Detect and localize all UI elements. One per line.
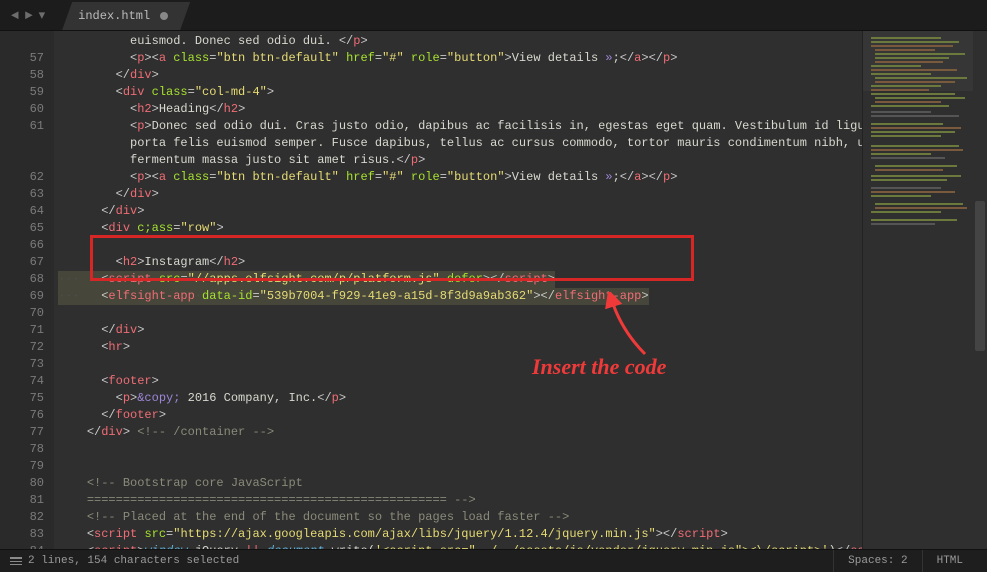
status-indent[interactable]: Spaces: 2 bbox=[833, 550, 921, 572]
status-selection-text: 2 lines, 154 characters selected bbox=[28, 555, 239, 567]
minimap[interactable] bbox=[862, 31, 973, 549]
tab-index-html[interactable]: index.html bbox=[62, 2, 190, 30]
nav-dropdown-icon[interactable]: ▾ bbox=[36, 8, 49, 23]
editor-area: 5758596061626364656667686970717273747576… bbox=[0, 31, 987, 549]
lines-icon bbox=[10, 557, 22, 566]
status-bar: 2 lines, 154 characters selected Spaces:… bbox=[0, 549, 987, 572]
nav-arrows: ◄ ► ▾ bbox=[0, 0, 56, 30]
nav-back-icon[interactable]: ◄ bbox=[8, 8, 22, 23]
app-window: ◄ ► ▾ index.html 57585960616263646566676… bbox=[0, 0, 987, 572]
scrollbar-thumb[interactable] bbox=[975, 201, 985, 351]
status-syntax[interactable]: HTML bbox=[922, 550, 977, 572]
tab-bar: ◄ ► ▾ index.html bbox=[0, 0, 987, 31]
nav-forward-icon[interactable]: ► bbox=[22, 8, 36, 23]
tab-dirty-indicator-icon bbox=[160, 12, 168, 20]
line-number-gutter: 5758596061626364656667686970717273747576… bbox=[0, 31, 54, 549]
status-selection[interactable]: 2 lines, 154 characters selected bbox=[10, 550, 253, 572]
code-content: euismod. Donec sed odio dui. </p> <p><a … bbox=[54, 31, 862, 549]
tab-filename: index.html bbox=[78, 9, 150, 23]
code-editor[interactable]: euismod. Donec sed odio dui. </p> <p><a … bbox=[54, 31, 862, 549]
vertical-scrollbar[interactable] bbox=[973, 31, 987, 549]
minimap-content-icon bbox=[867, 35, 967, 255]
